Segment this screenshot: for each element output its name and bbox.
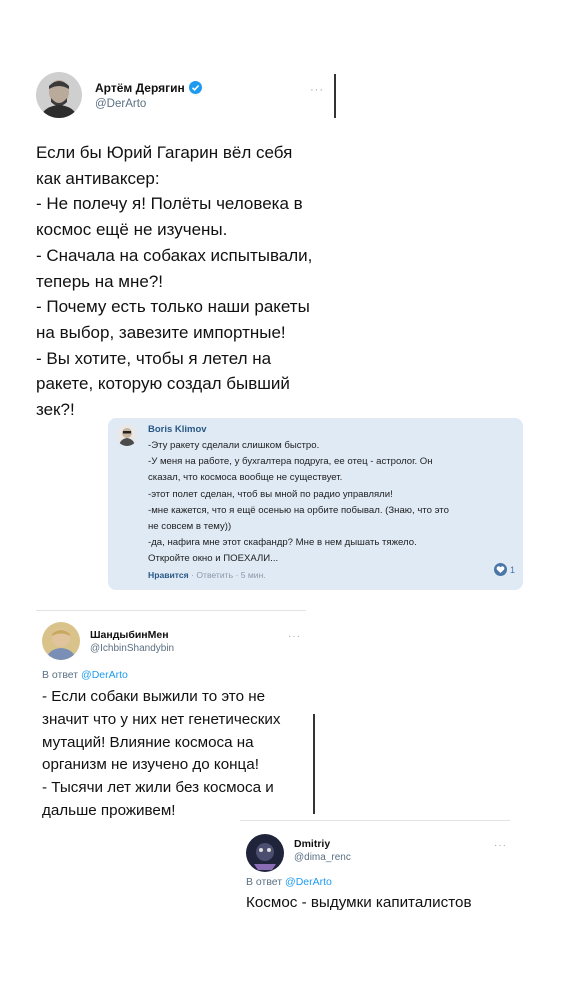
tweet-text: - Если собаки выжили то это не значит чт… xyxy=(42,688,281,819)
comment-actions: Нравится · Ответить · 5 мин. xyxy=(148,570,266,580)
reply-mention-link[interactable]: @DerArto xyxy=(81,669,128,681)
reply-prefix: В ответ xyxy=(246,876,283,888)
reply-to: В ответ @DerArto xyxy=(246,876,332,888)
commenter-name[interactable]: Boris Klimov xyxy=(148,424,207,435)
author-handle[interactable]: @IchbinShandybin xyxy=(90,643,174,654)
avatar[interactable] xyxy=(246,834,284,872)
reply-tweet: Dmitriy @dima_renc ··· В ответ @DerArto … xyxy=(0,822,562,932)
author-handle[interactable]: @dima_renc xyxy=(294,852,351,863)
author-name[interactable]: Dmitriy xyxy=(294,838,330,850)
verified-badge-icon xyxy=(189,81,202,94)
like-count: 1 xyxy=(510,564,516,575)
avatar[interactable] xyxy=(116,424,138,446)
like-link[interactable]: Нравится xyxy=(148,570,189,580)
more-options-icon[interactable]: ··· xyxy=(288,631,301,642)
reply-link[interactable]: Ответить xyxy=(196,570,233,580)
author-name[interactable]: Артём Дерягин xyxy=(95,81,185,95)
reply-to: В ответ @DerArto xyxy=(42,669,128,681)
tweet-text: Если бы Юрий Гагарин вёл себя как антива… xyxy=(36,143,313,420)
thread-line xyxy=(334,74,336,118)
heart-icon xyxy=(494,563,507,576)
reply-prefix: В ответ xyxy=(42,669,79,681)
author-handle[interactable]: @DerArto xyxy=(95,98,146,110)
thread-line xyxy=(313,714,315,814)
comment-text: -Эту ракету сделали слишком быстро. -У м… xyxy=(148,440,449,565)
author-name[interactable]: ШандыбинМен xyxy=(90,629,169,641)
tweet-text: Космос - выдумки капиталистов xyxy=(246,894,472,911)
main-tweet: Артём Дерягин @DerArto ··· Если бы Юрий … xyxy=(0,0,562,430)
reply-mention-link[interactable]: @DerArto xyxy=(285,876,332,888)
avatar[interactable] xyxy=(42,622,80,660)
reply-tweet: ШандыбинМен @IchbinShandybin ··· В ответ… xyxy=(0,612,562,832)
divider xyxy=(240,820,510,821)
like-button[interactable]: 1 xyxy=(494,563,515,576)
divider xyxy=(36,610,306,611)
more-options-icon[interactable]: ··· xyxy=(310,84,324,96)
comment-time: 5 мин. xyxy=(240,570,266,580)
vk-comment-card: Boris Klimov -Эту ракету сделали слишком… xyxy=(108,418,523,590)
more-options-icon[interactable]: ··· xyxy=(494,840,507,851)
avatar[interactable] xyxy=(36,72,82,118)
